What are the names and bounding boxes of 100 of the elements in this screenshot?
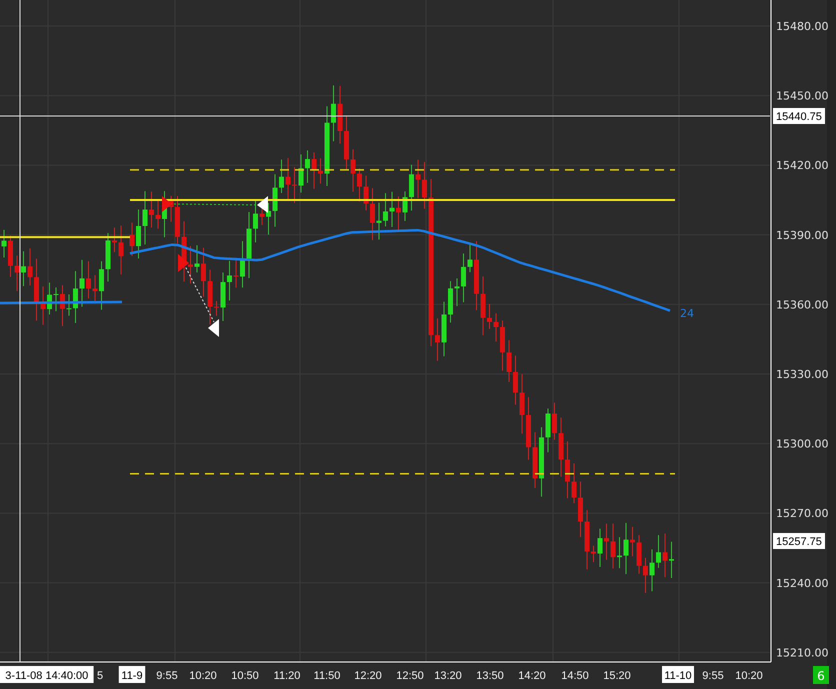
candlestick xyxy=(54,287,58,312)
candlestick xyxy=(390,191,394,228)
candlestick xyxy=(656,534,661,568)
price-label: 15480.00 xyxy=(776,20,828,33)
candlestick xyxy=(454,278,460,307)
candlestick xyxy=(318,158,323,184)
candlestick xyxy=(201,247,206,298)
time-label: 15:20 xyxy=(603,670,631,682)
count-badge: 6 xyxy=(813,666,829,684)
time-label: 12:20 xyxy=(354,670,382,682)
candlestick xyxy=(130,222,134,256)
candlestick xyxy=(240,240,245,288)
price-label: 15420.00 xyxy=(776,159,828,172)
candlestick xyxy=(214,300,219,316)
candlestick xyxy=(662,533,668,578)
candlestick xyxy=(402,190,408,222)
candlestick xyxy=(312,152,316,190)
candlestick xyxy=(292,166,297,204)
price-label: 15300.00 xyxy=(776,438,828,451)
trade-marker-icon xyxy=(257,196,268,213)
candlestick xyxy=(636,534,642,574)
time-label: 5 xyxy=(96,670,104,682)
candlestick xyxy=(80,259,84,308)
candlestick xyxy=(669,541,674,579)
price-label: 15240.00 xyxy=(776,576,828,590)
date-label: 3-11-08 14:40:00 xyxy=(0,666,94,683)
candlestick xyxy=(480,276,486,336)
candlestick xyxy=(175,196,180,244)
candlestick xyxy=(591,545,596,563)
candlestick xyxy=(344,116,349,170)
candlestick xyxy=(409,164,414,212)
time-label: 13:20 xyxy=(434,670,462,682)
candlestick xyxy=(552,402,557,440)
indicator-label: 24 xyxy=(680,307,694,320)
time-label: 10:20 xyxy=(189,670,217,682)
candlestick xyxy=(286,158,290,202)
candlestick xyxy=(558,417,564,478)
trade-marker-icon xyxy=(208,319,219,337)
candlestick xyxy=(266,202,271,236)
candlestick xyxy=(532,432,538,488)
candlestick xyxy=(60,284,65,327)
price-label: 15390.00 xyxy=(776,228,828,242)
crosshair-price-tag: 15440.75 xyxy=(773,108,825,124)
candlestick xyxy=(220,272,226,322)
candlestick xyxy=(73,270,78,324)
scrollbar-track[interactable] xyxy=(827,0,836,689)
candlestick xyxy=(234,257,238,288)
candlestick xyxy=(539,426,544,498)
time-label: 10:20 xyxy=(735,670,763,682)
candlestick xyxy=(338,85,342,144)
candlestick xyxy=(416,159,420,199)
candlestick xyxy=(246,211,252,279)
candlestick xyxy=(624,522,628,575)
time-label: 10:50 xyxy=(231,670,259,682)
candlestick xyxy=(106,232,110,282)
candlestick xyxy=(520,374,524,434)
candlestick xyxy=(435,318,440,362)
candlestick xyxy=(253,200,258,243)
candlestick xyxy=(2,229,6,258)
candlestick xyxy=(448,280,453,324)
candlestick xyxy=(364,175,368,211)
candlestick xyxy=(487,303,492,330)
candlestick xyxy=(99,260,104,310)
time-label: 14:20 xyxy=(518,670,546,682)
candlestick xyxy=(279,159,284,194)
candlestick xyxy=(643,557,648,594)
price-label: 15450.00 xyxy=(776,90,828,103)
time-label: 14:50 xyxy=(561,670,589,682)
candlestick xyxy=(630,526,635,557)
price-label: 15270.00 xyxy=(776,507,828,520)
candlestick xyxy=(272,174,278,228)
time-label: 9:55 xyxy=(702,670,724,682)
candlestick xyxy=(136,209,141,260)
candlestick xyxy=(650,548,654,592)
candlestick xyxy=(442,301,446,357)
candlestick xyxy=(208,269,212,326)
candlestick xyxy=(376,202,382,240)
candlestick xyxy=(617,536,622,569)
candlestick xyxy=(396,196,401,231)
candlestick xyxy=(546,408,550,453)
candlestick xyxy=(494,312,498,342)
candlestick xyxy=(526,396,531,460)
price-label: 15210.00 xyxy=(776,646,828,660)
last-price-tag: 15257.75 xyxy=(773,533,825,549)
date-label: 11-10 xyxy=(662,666,694,683)
candlestick xyxy=(513,355,518,406)
candlestick xyxy=(500,320,505,372)
candlestick xyxy=(474,240,479,311)
candlestick xyxy=(604,523,609,560)
candlestick xyxy=(584,510,590,570)
candlestick xyxy=(14,255,20,292)
candlestick xyxy=(331,84,336,142)
candlestick xyxy=(194,244,200,273)
candlestick xyxy=(28,248,32,286)
time-label: 9:55 xyxy=(156,670,178,682)
candlestick xyxy=(156,200,160,230)
candlestick xyxy=(370,188,375,241)
candlestick xyxy=(350,148,356,192)
candlestick xyxy=(357,168,362,202)
price-label: 15330.00 xyxy=(776,368,828,381)
